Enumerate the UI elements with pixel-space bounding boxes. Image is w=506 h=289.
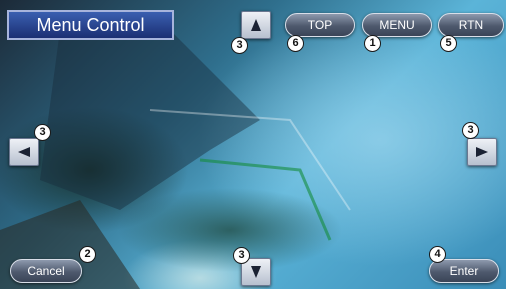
background-video-frame bbox=[0, 10, 351, 289]
callout-rtn: 5 bbox=[440, 35, 457, 52]
rtn-button[interactable]: RTN bbox=[438, 13, 504, 37]
cancel-button[interactable]: Cancel bbox=[10, 259, 82, 283]
callout-up: 3 bbox=[231, 37, 248, 54]
right-button[interactable] bbox=[467, 138, 497, 166]
callout-down: 3 bbox=[233, 247, 250, 264]
callout-left: 3 bbox=[34, 124, 51, 141]
menu-control-screen: Menu Control 3 TOP 6 MENU 1 RTN 5 3 3 Ca… bbox=[0, 0, 506, 289]
left-button[interactable] bbox=[9, 138, 39, 166]
menu-button[interactable]: MENU bbox=[362, 13, 432, 37]
page-title: Menu Control bbox=[7, 10, 174, 40]
arrow-up-icon bbox=[251, 19, 261, 31]
up-button[interactable] bbox=[241, 11, 271, 39]
arrow-down-icon bbox=[251, 266, 261, 278]
top-button[interactable]: TOP bbox=[285, 13, 355, 37]
arrow-right-icon bbox=[476, 147, 488, 157]
callout-enter: 4 bbox=[429, 246, 446, 263]
callout-top: 6 bbox=[287, 35, 304, 52]
callout-right: 3 bbox=[462, 122, 479, 139]
callout-cancel: 2 bbox=[79, 246, 96, 263]
callout-menu: 1 bbox=[364, 35, 381, 52]
arrow-left-icon bbox=[18, 147, 30, 157]
